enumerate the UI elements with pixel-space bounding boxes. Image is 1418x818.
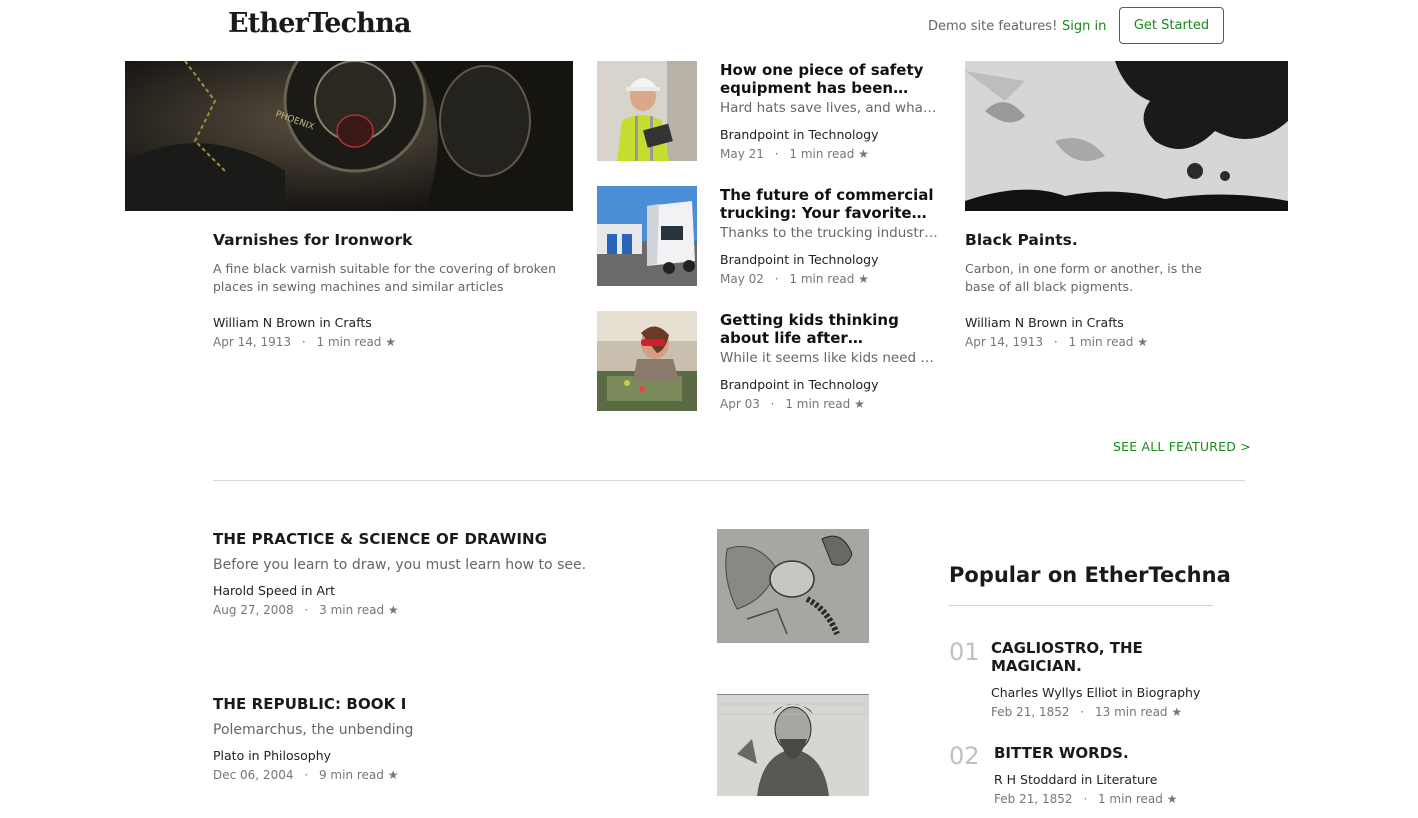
article-desc: Thanks to the trucking industry, goods a… <box>720 225 940 241</box>
featured-right-image[interactable] <box>965 61 1288 211</box>
popular-title[interactable]: CAGLIOSTRO, THE MAGICIAN. <box>991 639 1171 675</box>
meta-separator: · <box>770 397 775 411</box>
article-title[interactable]: How one piece of safety equipment has be… <box>720 62 938 97</box>
meta-separator: · <box>1083 792 1088 806</box>
article-title[interactable]: THE PRACTICE & SCIENCE OF DRAWING <box>213 530 547 548</box>
meta-separator: · <box>304 603 309 617</box>
sign-in-link[interactable]: Sign in <box>1062 19 1106 34</box>
read-time: 1 min read <box>1097 792 1163 806</box>
meta-separator: · <box>774 147 779 161</box>
meta-separator: · <box>304 768 309 782</box>
star-icon[interactable]: ★ <box>388 768 399 782</box>
article-meta: May 21 · 1 min read ★ <box>720 147 869 161</box>
date: Apr 14, 1913 <box>213 335 292 349</box>
article-thumbnail[interactable] <box>597 311 697 411</box>
article-author[interactable]: Brandpoint in Technology <box>720 377 878 392</box>
read-time: 1 min read <box>789 147 855 161</box>
meta-separator: · <box>1080 705 1085 719</box>
date: Apr 03 <box>720 397 760 411</box>
date: May 02 <box>720 272 764 286</box>
star-icon[interactable]: ★ <box>1137 335 1148 349</box>
popular-rank: 01 <box>949 638 980 666</box>
date: Feb 21, 1852 <box>991 705 1070 719</box>
article-desc: Before you learn to draw, you must learn… <box>213 557 587 573</box>
popular-heading: Popular on EtherTechna <box>949 563 1231 587</box>
date: Feb 21, 1852 <box>994 792 1073 806</box>
read-time: 3 min read <box>319 603 385 617</box>
article-author[interactable]: Plato in Philosophy <box>213 748 331 763</box>
star-icon[interactable]: ★ <box>388 603 399 617</box>
article-desc: Hard hats save lives, and what you shoul… <box>720 100 940 116</box>
star-icon[interactable]: ★ <box>858 272 869 286</box>
popular-meta: Feb 21, 1852 · 1 min read ★ <box>994 792 1178 806</box>
featured-left-meta: Apr 14, 1913 · 1 min read ★ <box>213 335 396 349</box>
meta-separator: · <box>1053 335 1058 349</box>
article-title[interactable]: THE REPUBLIC: BOOK I <box>213 695 406 713</box>
article-meta: Apr 03 · 1 min read ★ <box>720 397 865 411</box>
read-time: 1 min read <box>1068 335 1134 349</box>
article-author[interactable]: Harold Speed in Art <box>213 583 335 598</box>
popular-author[interactable]: Charles Wyllys Elliot in Biography <box>991 685 1200 700</box>
site-header: EtherTechna Demo site features! Sign in … <box>0 0 1418 61</box>
featured-right-desc: Carbon, in one form or another, is the b… <box>965 261 1202 294</box>
article-thumbnail[interactable] <box>597 186 697 286</box>
meta-separator: · <box>301 335 306 349</box>
popular-title[interactable]: BITTER WORDS. <box>994 744 1194 762</box>
read-time: 1 min read <box>789 272 855 286</box>
featured-left-title[interactable]: Varnishes for Ironwork <box>213 231 412 249</box>
site-logo[interactable]: EtherTechna <box>228 8 411 39</box>
featured-left-author[interactable]: William N Brown in Crafts <box>213 315 372 330</box>
featured-left-desc: A fine black varnish suitable for the co… <box>213 261 557 294</box>
featured-right-author[interactable]: William N Brown in Crafts <box>965 315 1124 330</box>
featured-left-image[interactable]: PHOENIX <box>125 61 573 211</box>
date: Dec 06, 2004 <box>213 768 294 782</box>
date: Aug 27, 2008 <box>213 603 294 617</box>
star-icon[interactable]: ★ <box>1171 705 1182 719</box>
meta-separator: · <box>774 272 779 286</box>
article-meta: May 02 · 1 min read ★ <box>720 272 869 286</box>
popular-divider <box>949 605 1213 606</box>
featured-right-meta: Apr 14, 1913 · 1 min read ★ <box>965 335 1148 349</box>
article-title[interactable]: Getting kids thinking about life after g… <box>720 312 938 347</box>
read-time: 13 min read <box>1094 705 1168 719</box>
article-thumbnail[interactable] <box>597 61 697 161</box>
star-icon[interactable]: ★ <box>1167 792 1178 806</box>
star-icon[interactable]: ★ <box>858 147 869 161</box>
article-desc: While it seems like kids need not worry … <box>720 350 940 366</box>
date: May 21 <box>720 147 764 161</box>
article-desc: Polemarchus, the unbending <box>213 722 414 738</box>
section-divider <box>213 480 1245 481</box>
article-author[interactable]: Brandpoint in Technology <box>720 252 878 267</box>
demo-features-link[interactable]: Demo site features! <box>928 19 1057 34</box>
date: Apr 14, 1913 <box>965 335 1044 349</box>
see-all-featured-link[interactable]: SEE ALL FEATURED > <box>1113 439 1251 454</box>
popular-meta: Feb 21, 1852 · 13 min read ★ <box>991 705 1182 719</box>
star-icon[interactable]: ★ <box>854 397 865 411</box>
article-title[interactable]: The future of commercial trucking: Your … <box>720 187 938 222</box>
popular-author[interactable]: R H Stoddard in Literature <box>994 772 1157 787</box>
popular-rank: 02 <box>949 742 980 770</box>
article-meta: Dec 06, 2004 · 9 min read ★ <box>213 768 398 782</box>
featured-right-title[interactable]: Black Paints. <box>965 231 1078 249</box>
get-started-button[interactable]: Get Started <box>1119 7 1224 44</box>
article-thumbnail[interactable] <box>717 694 869 796</box>
read-time: 9 min read <box>318 768 384 782</box>
read-time: 1 min read <box>785 397 851 411</box>
read-time: 1 min read <box>316 335 382 349</box>
star-icon[interactable]: ★ <box>385 335 396 349</box>
article-author[interactable]: Brandpoint in Technology <box>720 127 878 142</box>
article-meta: Aug 27, 2008 · 3 min read ★ <box>213 603 399 617</box>
article-thumbnail[interactable] <box>717 529 869 643</box>
